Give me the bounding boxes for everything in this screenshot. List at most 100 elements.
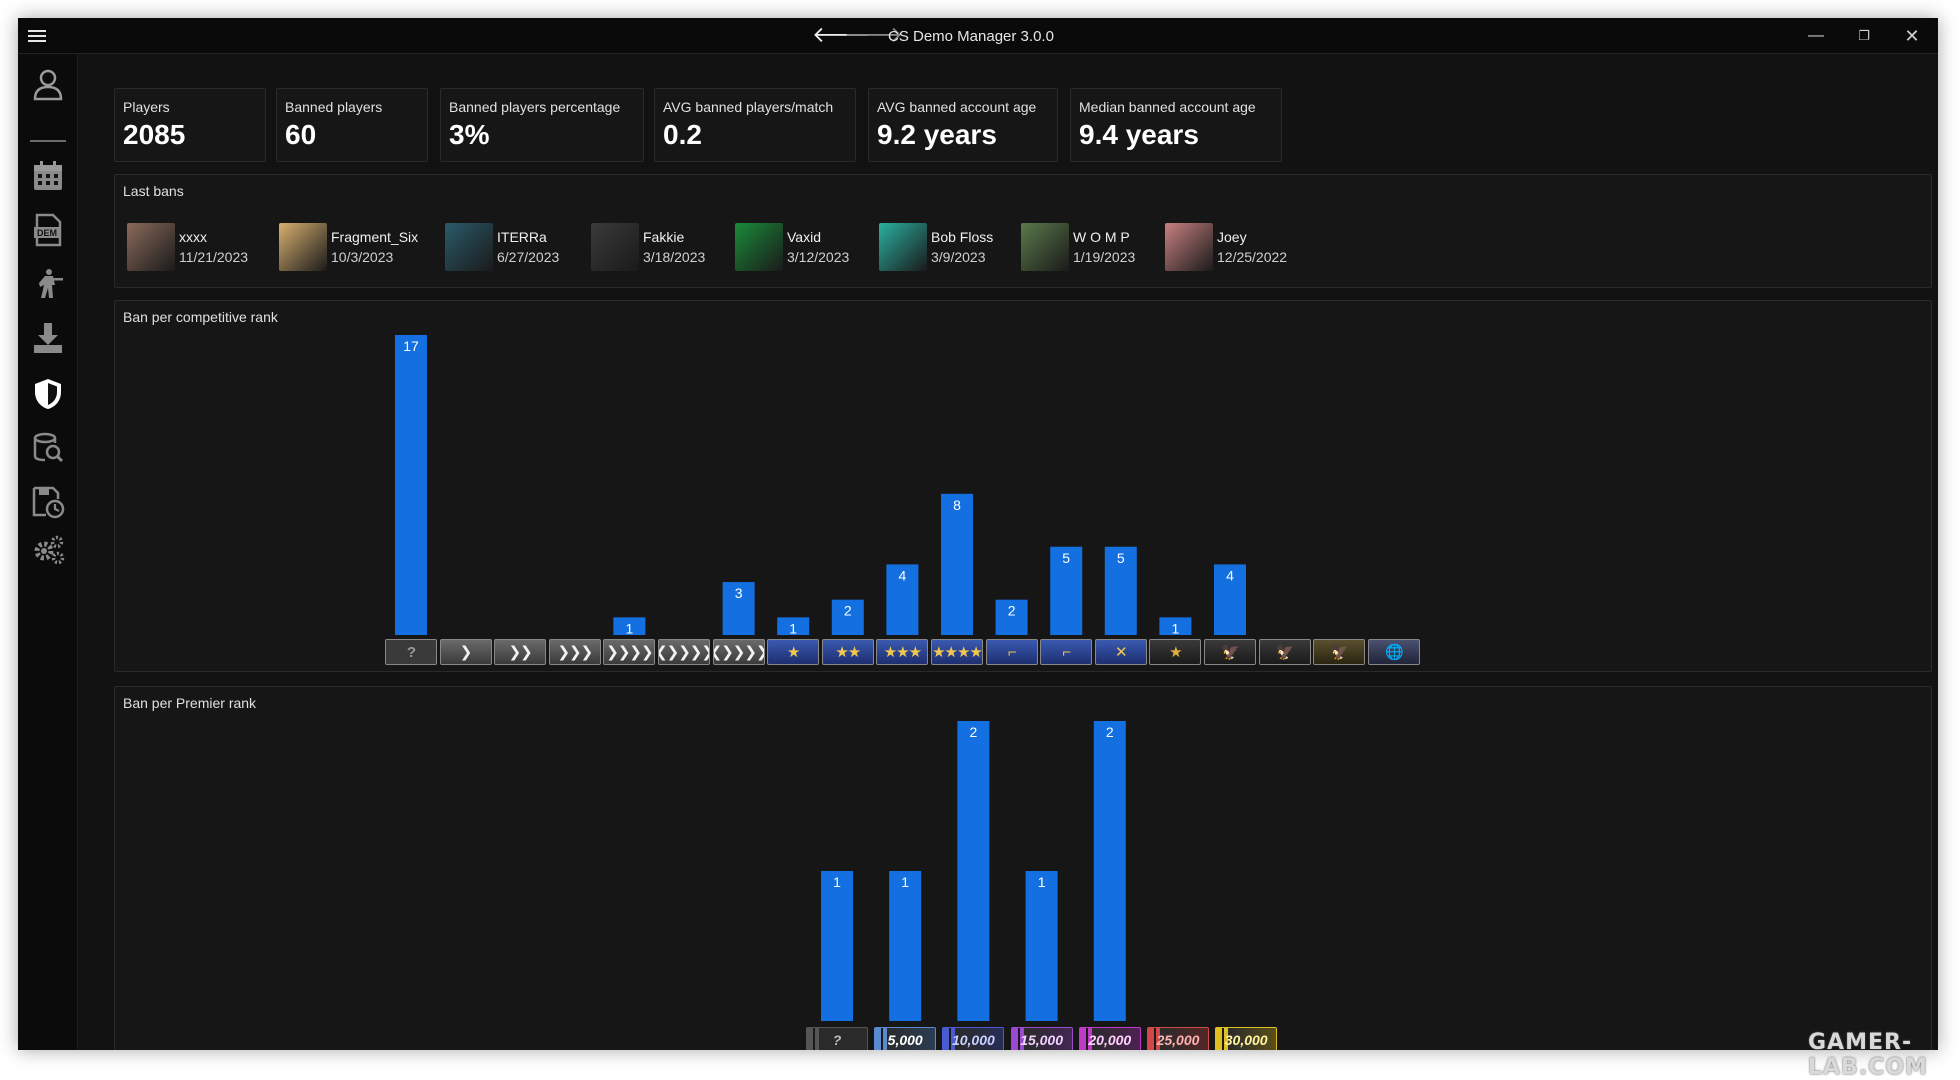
rank-badge-glyph: 🦅 bbox=[1275, 644, 1295, 661]
bar-value-label: 4 bbox=[1226, 567, 1234, 583]
svg-text:DEM: DEM bbox=[37, 228, 57, 238]
competitive-rank-panel: Ban per competitive rank 17 1 3 1 2 4 8 2 5 5 1 4 ?… bbox=[114, 300, 1932, 672]
avatar[interactable] bbox=[127, 223, 175, 271]
player-name[interactable]: Fakkie bbox=[643, 229, 705, 245]
shield-icon[interactable] bbox=[28, 374, 68, 414]
stat-card-avg-banned-per-match: AVG banned players/match 0.2 bbox=[654, 88, 856, 162]
ban-date: 6/27/2023 bbox=[497, 249, 560, 265]
player-name[interactable]: ITERRa bbox=[497, 229, 559, 245]
player-name[interactable]: W O M P bbox=[1073, 229, 1135, 245]
last-ban-item[interactable]: Fragment_Six 10/3/2023 bbox=[279, 223, 418, 271]
rank-badge: ★★★ bbox=[876, 639, 929, 665]
stat-value: 0.2 bbox=[663, 119, 702, 150]
avatar[interactable] bbox=[1165, 223, 1213, 271]
stat-label: Players bbox=[123, 99, 170, 115]
premier-rank-badge: 30,000 bbox=[1215, 1027, 1278, 1050]
stat-label: AVG banned account age bbox=[877, 99, 1037, 115]
bar-value-label: 1 bbox=[626, 620, 634, 636]
player-name[interactable]: Bob Floss bbox=[931, 229, 993, 245]
premier-rank-panel: Ban per Premier rank 11212 ? 5,000 10,000 1… bbox=[114, 686, 1932, 1050]
restore-button[interactable]: ❐ bbox=[1852, 24, 1876, 48]
premier-rank-badge: 25,000 bbox=[1147, 1027, 1209, 1050]
calendar-icon[interactable] bbox=[28, 156, 68, 196]
last-ban-text: Vaxid 3/12/2023 bbox=[787, 229, 849, 265]
player-name[interactable]: xxxx bbox=[179, 229, 248, 245]
last-ban-text: Fakkie 3/18/2023 bbox=[643, 229, 705, 265]
last-ban-item[interactable]: Bob Floss 3/9/2023 bbox=[879, 223, 993, 271]
bar-value-label: 1 bbox=[833, 874, 841, 890]
avatar[interactable] bbox=[735, 223, 783, 271]
avatar[interactable] bbox=[879, 223, 927, 271]
rank-badge-glyph: ★ bbox=[1169, 644, 1182, 661]
chart-bar[interactable] bbox=[957, 721, 990, 1021]
rank-badge-glyph: ★ bbox=[786, 644, 800, 661]
stat-value: 9.2 years bbox=[877, 119, 997, 150]
stat-card-players: Players 2085 bbox=[114, 88, 266, 162]
premier-rank-chart: 1 1 2 1 2 bbox=[821, 721, 1126, 1021]
bar-value-label: 2 bbox=[1008, 603, 1016, 619]
stat-value: 3% bbox=[449, 119, 490, 150]
last-ban-item[interactable]: W O M P 1/19/2023 bbox=[1021, 223, 1135, 271]
last-ban-item[interactable]: Joey 12/25/2022 bbox=[1165, 223, 1287, 271]
chart-bar[interactable] bbox=[1025, 871, 1058, 1021]
main-content: Players 2085 Banned players 60 Banned pl… bbox=[78, 54, 1938, 1050]
download-icon[interactable] bbox=[28, 318, 68, 358]
avatar[interactable] bbox=[445, 223, 493, 271]
last-ban-item[interactable]: Fakkie 3/18/2023 bbox=[591, 223, 705, 271]
rank-badge-glyph: ⌐ bbox=[1062, 643, 1071, 661]
last-ban-text: ITERRa 6/27/2023 bbox=[497, 229, 559, 265]
rank-badge: ⌐ bbox=[985, 639, 1038, 665]
chart-bar[interactable] bbox=[1093, 721, 1126, 1021]
last-ban-item[interactable]: Vaxid 3/12/2023 bbox=[735, 223, 849, 271]
hamburger-menu-icon[interactable] bbox=[28, 27, 46, 45]
rank-badge-glyph: ⌐ bbox=[1007, 643, 1017, 661]
stat-card-banned-percentage: Banned players percentage 3% bbox=[440, 88, 644, 162]
settings-gears-icon[interactable] bbox=[28, 530, 68, 570]
rank-badge: ❯❯❯❯ bbox=[603, 639, 656, 665]
bar-value-label: 5 bbox=[1062, 550, 1070, 566]
bar-value-label: 2 bbox=[970, 724, 978, 740]
app-window: 🡐 🡒 CS Demo Manager 3.0.0 — ❐ ✕ DEM Play… bbox=[18, 18, 1938, 1050]
sidebar: DEM bbox=[18, 54, 78, 1050]
rank-badge: 🌐 bbox=[1367, 639, 1420, 665]
rank-badge-glyph: 🌐 bbox=[1384, 644, 1404, 661]
premier-rank-badge: 15,000 bbox=[1010, 1027, 1073, 1050]
avatar[interactable] bbox=[1021, 223, 1069, 271]
rank-badge: 🦅 bbox=[1204, 639, 1256, 665]
player-name[interactable]: Joey bbox=[1217, 229, 1287, 245]
database-search-icon[interactable] bbox=[28, 428, 68, 468]
chart-bar[interactable] bbox=[395, 335, 427, 635]
rank-badge: 🦅 bbox=[1313, 639, 1366, 665]
user-icon[interactable] bbox=[28, 64, 68, 104]
save-history-icon[interactable] bbox=[28, 482, 68, 522]
chart-bar[interactable] bbox=[889, 871, 922, 1021]
rank-badge: ❯❯❯ bbox=[548, 639, 601, 665]
stat-card-median-account-age: Median banned account age 9.4 years bbox=[1070, 88, 1282, 162]
last-ban-item[interactable]: xxxx 11/21/2023 bbox=[127, 223, 248, 271]
rank-badge: ★ bbox=[767, 639, 820, 665]
player-name[interactable]: Fragment_Six bbox=[331, 229, 418, 245]
dem-file-icon[interactable]: DEM bbox=[28, 210, 68, 250]
chart-bar[interactable] bbox=[821, 871, 853, 1021]
rank-badge-glyph: ❯❯❯❯ bbox=[606, 644, 653, 661]
avatar[interactable] bbox=[591, 223, 639, 271]
player-figure-icon[interactable] bbox=[28, 264, 68, 304]
bar-value-label: 1 bbox=[901, 874, 909, 890]
last-ban-text: xxxx 11/21/2023 bbox=[179, 229, 248, 265]
player-name[interactable]: Vaxid bbox=[787, 229, 849, 245]
rank-badge: ❮❯❯❯❯ bbox=[658, 639, 710, 665]
rank-badge: ❯ bbox=[439, 639, 492, 665]
minimize-button[interactable]: — bbox=[1804, 24, 1828, 48]
last-ban-item[interactable]: ITERRa 6/27/2023 bbox=[445, 223, 559, 271]
avatar[interactable] bbox=[279, 223, 327, 271]
ban-date: 1/19/2023 bbox=[1073, 249, 1136, 265]
close-button[interactable]: ✕ bbox=[1900, 24, 1924, 48]
stat-card-banned-players: Banned players 60 bbox=[276, 88, 428, 162]
rank-badge: ? bbox=[385, 639, 437, 665]
rank-badge: ★ bbox=[1149, 639, 1202, 665]
chart-bar[interactable] bbox=[941, 493, 973, 635]
rank-badge-glyph: ★★★ bbox=[883, 644, 922, 661]
stat-label: Banned players percentage bbox=[449, 99, 621, 115]
rank-badge: ⌐ bbox=[1040, 639, 1093, 665]
rank-badge-glyph: ★★★★ bbox=[932, 644, 982, 661]
